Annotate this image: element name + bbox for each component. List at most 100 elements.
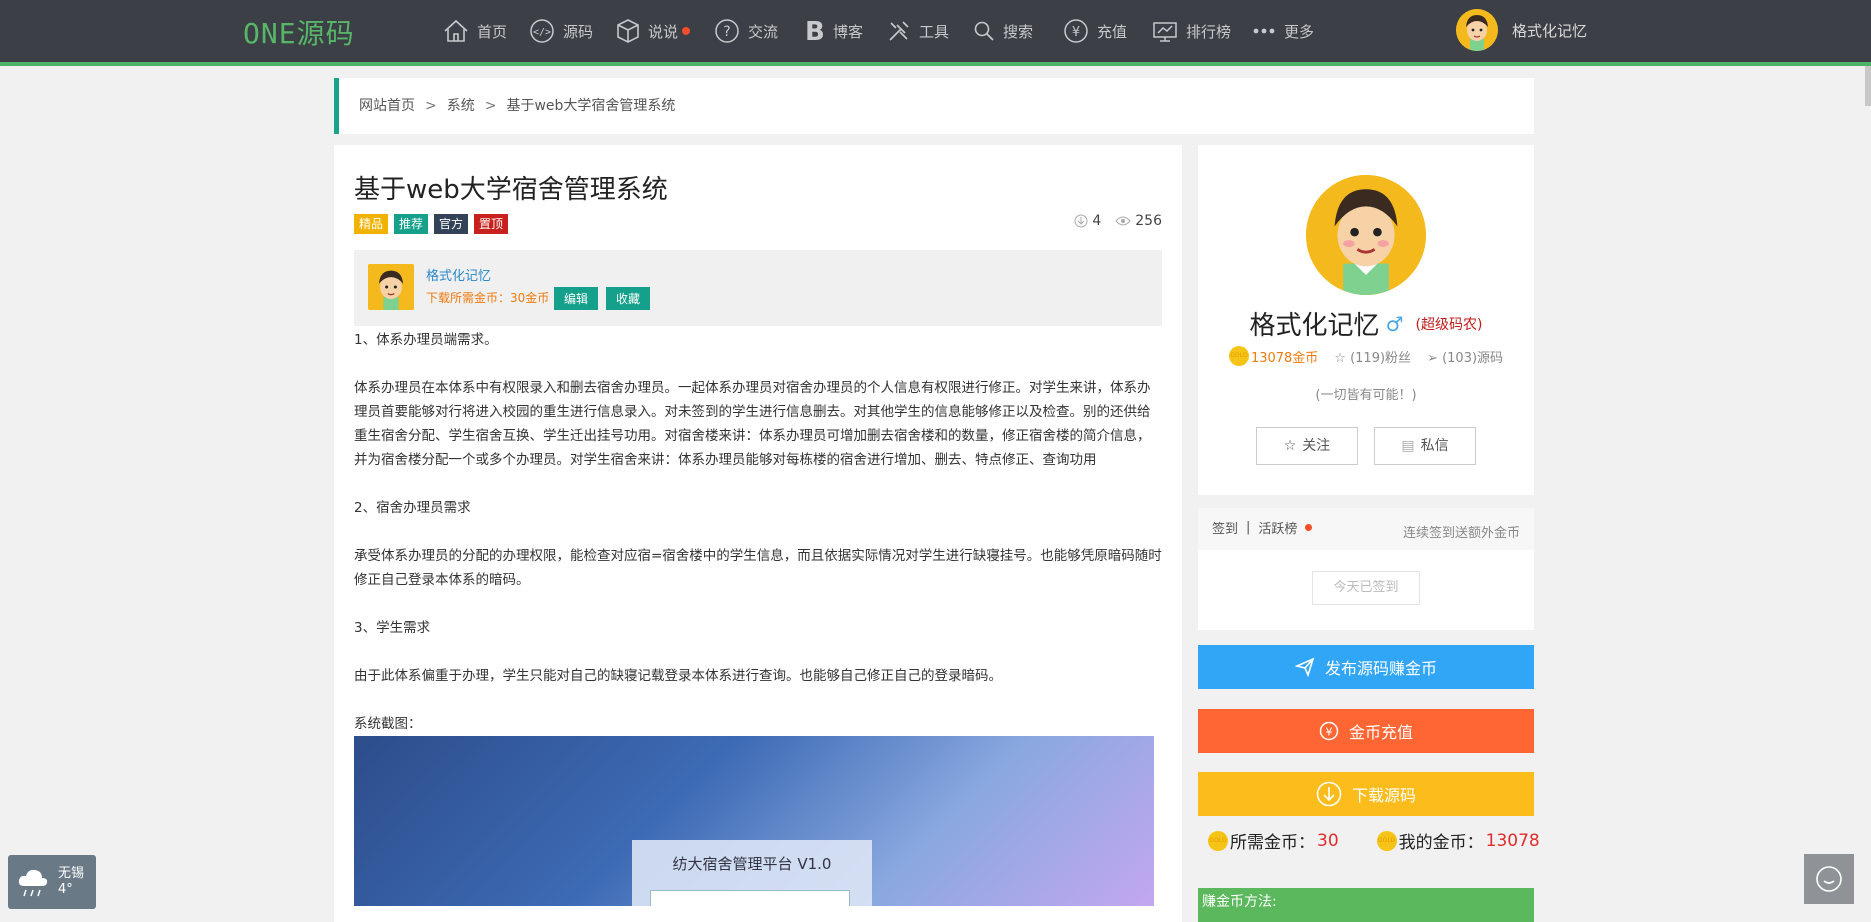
- nav-label: 博客: [833, 22, 864, 41]
- tab-active-rank[interactable]: 活跃榜: [1258, 518, 1297, 537]
- required-coins-value: 30: [1317, 830, 1339, 851]
- nav-label: 交流: [748, 22, 779, 41]
- weather-temp: 4°: [58, 882, 73, 897]
- profile-name: 格式化记忆: [1249, 311, 1380, 341]
- breadcrumb: 网站首页 > 系统 > 基于web大学宿舍管理系统: [334, 78, 1534, 134]
- home-icon: [444, 19, 468, 42]
- chat-button[interactable]: [1804, 854, 1854, 904]
- breadcrumb-category[interactable]: 系统: [447, 98, 475, 114]
- my-coins-value: 13078: [1485, 830, 1540, 851]
- scrollbar[interactable]: [1865, 66, 1871, 106]
- nav-label: 更多: [1284, 22, 1315, 41]
- publish-source-button[interactable]: 发布源码赚金币: [1198, 645, 1534, 689]
- nav-item-ranking[interactable]: 排行榜: [1152, 0, 1231, 62]
- breadcrumb-separator: >: [425, 98, 437, 114]
- nav-item-recharge[interactable]: ¥ 充值: [1063, 0, 1127, 62]
- profile-fans[interactable]: ☆ (119)粉丝: [1334, 347, 1411, 366]
- nav-label: 首页: [477, 22, 508, 41]
- nav-label: 说说: [648, 22, 679, 41]
- download-source-button[interactable]: 下载源码: [1198, 772, 1534, 816]
- earn-title: 赚金币方法:: [1202, 894, 1277, 910]
- nav-item-more[interactable]: 更多: [1252, 0, 1314, 62]
- profile-avatar[interactable]: [1306, 175, 1426, 295]
- edit-button[interactable]: 编辑: [554, 287, 599, 310]
- blog-b-icon: B: [805, 18, 825, 44]
- required-coins-label: 所需金币：: [1230, 833, 1315, 853]
- tools-icon: [889, 21, 909, 41]
- nav-item-tools[interactable]: 工具: [887, 0, 949, 62]
- signin-note: 连续签到送额外金币: [1402, 526, 1520, 541]
- profile-card: 格式化记忆 ♂ (超级码农) GOLD 13078金币 ☆ (119)粉丝 ➢ (…: [1198, 145, 1534, 495]
- profile-stats: GOLD 13078金币 ☆ (119)粉丝 ➢ (103)源码: [1198, 346, 1534, 366]
- nav-item-search[interactable]: 搜索: [973, 0, 1033, 62]
- breadcrumb-home[interactable]: 网站首页: [359, 98, 415, 114]
- code-icon: </>: [530, 19, 554, 43]
- signin-header: 签到 | 活跃榜 连续签到送额外金币: [1198, 508, 1534, 550]
- screenshot-title: 纺大宿舍管理平台 V1.0: [672, 855, 832, 873]
- author-name[interactable]: 格式化记忆: [426, 265, 491, 284]
- send-icon: [1294, 657, 1315, 677]
- author-avatar[interactable]: [368, 264, 414, 310]
- article-panel: 基于web大学宿舍管理系统 精品 推荐 官方 置顶 4 256 格式化记忆 下载…: [334, 145, 1182, 922]
- message-button[interactable]: ▤ 私信: [1374, 427, 1476, 465]
- download-cost: 下载所需金币：30金币: [426, 291, 550, 305]
- article-tags: 精品 推荐 官方 置顶: [354, 214, 1162, 234]
- weather-city: 无锡: [58, 866, 85, 881]
- nav-item-source[interactable]: </> 源码: [529, 0, 593, 62]
- paragraph: 承受体系办理员的分配的办理权限，能检查对应宿=宿舍楼中的学生信息，而且依据实际情…: [354, 548, 1162, 588]
- cube-icon: [617, 19, 639, 43]
- nav-item-talk[interactable]: 说说: [616, 0, 691, 62]
- paragraph: 体系办理员在本体系中有权限录入和删去宿舍办理员。一起体系办理员对宿舍办理员的个人…: [354, 380, 1151, 468]
- tag-recommended[interactable]: 推荐: [394, 214, 429, 234]
- notification-dot: [1305, 524, 1313, 531]
- tag-pinned[interactable]: 置顶: [474, 214, 509, 234]
- signed-in-button[interactable]: 今天已签到: [1312, 571, 1420, 605]
- favorite-button[interactable]: 收藏: [606, 287, 651, 310]
- site-logo[interactable]: ONE源码: [243, 12, 355, 52]
- yen-icon: ¥: [1319, 721, 1339, 741]
- author-box: 格式化记忆 下载所需金币：30金币 编辑 收藏: [354, 250, 1162, 326]
- coin-icon: GOLD: [1228, 346, 1249, 366]
- nav-item-exchange[interactable]: ? 交流: [714, 0, 778, 62]
- profile-buttons: ☆ 关注 ▤ 私信: [1198, 427, 1534, 465]
- svg-text:</>: </>: [533, 27, 551, 38]
- nav-item-home[interactable]: 首页: [443, 0, 507, 62]
- tab-signin[interactable]: 签到: [1212, 518, 1238, 537]
- tag-official[interactable]: 官方: [434, 214, 469, 234]
- profile-name-row: 格式化记忆 ♂ (超级码农): [1198, 305, 1534, 342]
- nav-label: 源码: [563, 22, 594, 41]
- follow-button[interactable]: ☆ 关注: [1256, 427, 1358, 465]
- notification-dot: [682, 27, 691, 35]
- svg-text:?: ?: [723, 24, 730, 40]
- document-icon: ▤: [1401, 438, 1415, 454]
- nav-label: 充值: [1097, 22, 1128, 41]
- breadcrumb-current: 基于web大学宿舍管理系统: [506, 98, 676, 114]
- download-count: 4: [1074, 213, 1101, 229]
- svg-text:¥: ¥: [1072, 25, 1080, 40]
- user-menu[interactable]: 格式化记忆: [1456, 9, 1587, 51]
- download-icon: [1074, 214, 1088, 228]
- tag-featured[interactable]: 精品: [354, 214, 389, 234]
- earn-coins-section: 赚金币方法:: [1198, 888, 1534, 922]
- view-count: 256: [1115, 213, 1162, 229]
- article-title: 基于web大学宿舍管理系统: [354, 175, 668, 205]
- question-icon: ?: [715, 19, 739, 43]
- svg-text:B: B: [805, 18, 825, 44]
- male-icon: ♂: [1385, 311, 1404, 336]
- weather-widget[interactable]: 无锡 4°: [8, 855, 96, 909]
- search-icon: [974, 21, 994, 41]
- article-stats: 4 256: [1074, 213, 1162, 229]
- breadcrumb-separator: >: [484, 98, 497, 114]
- coin-icon: GOLD: [1208, 830, 1228, 851]
- nav-label: 搜索: [1003, 22, 1034, 41]
- nav-item-blog[interactable]: B 博客: [803, 0, 863, 62]
- profile-motto: (一切皆有可能！): [1315, 388, 1417, 403]
- nav-label: 工具: [919, 22, 950, 41]
- screenshot-input: [650, 890, 850, 906]
- star-icon: ☆: [1283, 438, 1297, 454]
- profile-sources[interactable]: ➢ (103)源码: [1427, 347, 1503, 366]
- topbar-accent-line: [0, 62, 1871, 66]
- signin-card: 签到 | 活跃榜 连续签到送额外金币 今天已签到: [1198, 508, 1534, 630]
- yen-icon: ¥: [1064, 19, 1088, 43]
- recharge-button[interactable]: ¥ 金币充值: [1198, 709, 1534, 753]
